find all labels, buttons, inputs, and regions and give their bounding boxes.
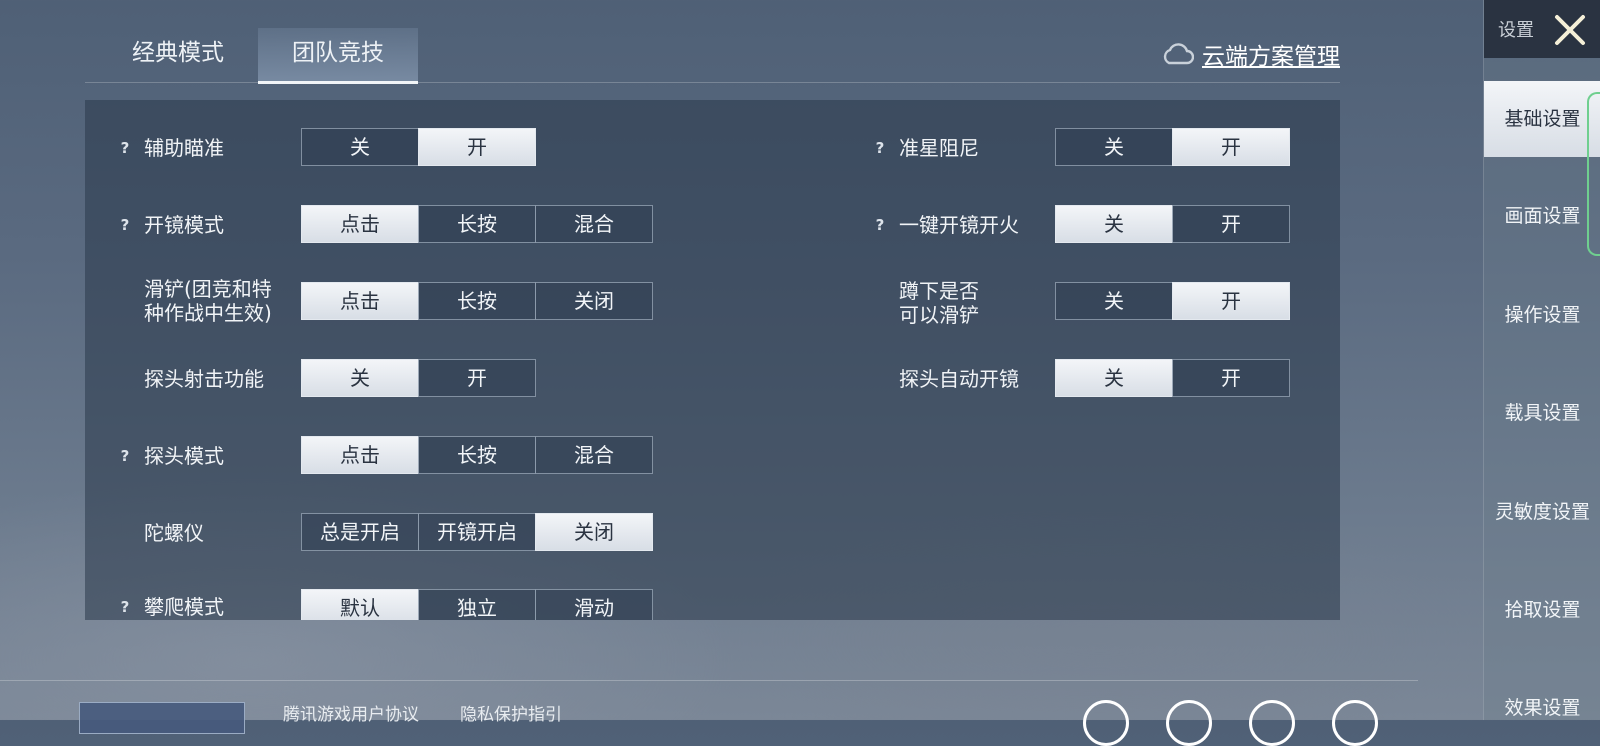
option-crouch-slide-off[interactable]: 关	[1055, 282, 1173, 320]
sidebar-item-effects[interactable]: 效果设置	[1484, 670, 1600, 746]
label-crouch-slide: 蹲下是否 可以滑铲	[899, 279, 979, 327]
mode-tab-bar: 经典模式 团队竞技 云端方案管理	[85, 28, 1340, 84]
option-gyro-always[interactable]: 总是开启	[301, 513, 419, 551]
crosshair-damping-toggle: 关 开	[1055, 128, 1290, 166]
footer-divider	[0, 680, 1418, 681]
option-peek-auto-scope-off[interactable]: 关	[1055, 359, 1173, 397]
help-icon[interactable]: ?	[115, 597, 135, 617]
sidebar-item-vehicle[interactable]: 载具设置	[1484, 375, 1600, 451]
sidebar-item-sensitivity[interactable]: 灵敏度设置	[1484, 474, 1600, 550]
label-slide: 滑铲(团竞和特 种作战中生效)	[144, 277, 272, 325]
sidebar-header: 设置	[1484, 0, 1600, 58]
option-peek-fire-off[interactable]: 关	[301, 359, 419, 397]
sidebar-item-controls[interactable]: 操作设置	[1484, 277, 1600, 353]
sidebar-scroll-accent	[1587, 92, 1600, 256]
option-slide-tap[interactable]: 点击	[301, 282, 419, 320]
option-climb-independent[interactable]: 独立	[418, 589, 536, 620]
label-crouch-slide-line2: 可以滑铲	[899, 303, 979, 327]
aim-assist-toggle: 关 开	[301, 128, 536, 166]
help-icon[interactable]: ?	[115, 446, 135, 466]
sidebar-item-graphics[interactable]: 画面设置	[1484, 178, 1600, 254]
option-aim-assist-off[interactable]: 关	[301, 128, 419, 166]
settings-panel: ? 辅助瞄准 关 开 ? 开镜模式 点击 长按 混合 滑铲(团竞和特 种作战中生…	[85, 100, 1340, 620]
option-damping-on[interactable]: 开	[1172, 128, 1290, 166]
label-gyroscope: 陀螺仪	[144, 521, 204, 545]
label-crouch-slide-line1: 蹲下是否	[899, 279, 979, 303]
label-slide-line1: 滑铲(团竞和特	[144, 277, 272, 301]
label-peek-mode: 探头模式	[144, 444, 224, 468]
option-climb-swipe[interactable]: 滑动	[535, 589, 653, 620]
settings-sidebar: 设置 基础设置 画面设置 操作设置 载具设置 灵敏度设置 拾取设置 效果设置	[1483, 0, 1600, 720]
help-icon[interactable]: ?	[115, 215, 135, 235]
label-climb-mode: 攀爬模式	[144, 595, 224, 619]
label-crosshair-damping: 准星阻尼	[899, 136, 979, 160]
label-one-tap-scope-fire: 一键开镜开火	[899, 213, 1019, 237]
footer-round-icon-3[interactable]	[1249, 700, 1295, 746]
option-slide-hold[interactable]: 长按	[418, 282, 536, 320]
option-damping-off[interactable]: 关	[1055, 128, 1173, 166]
option-peek-fire-on[interactable]: 开	[418, 359, 536, 397]
option-peek-mixed[interactable]: 混合	[535, 436, 653, 474]
sidebar-item-basic[interactable]: 基础设置	[1484, 81, 1600, 157]
option-gyro-scope[interactable]: 开镜开启	[418, 513, 536, 551]
option-peek-tap[interactable]: 点击	[301, 436, 419, 474]
footer-round-icon-4[interactable]	[1332, 700, 1378, 746]
option-scope-mixed[interactable]: 混合	[535, 205, 653, 243]
gyroscope-selector: 总是开启 开镜开启 关闭	[301, 513, 653, 551]
cloud-plan-management-link[interactable]: 云端方案管理	[1160, 36, 1340, 72]
option-scope-fire-off[interactable]: 关	[1055, 205, 1173, 243]
label-peek-auto-scope: 探头自动开镜	[899, 367, 1019, 391]
crouch-slide-toggle: 关 开	[1055, 282, 1290, 320]
tab-team-deathmatch[interactable]: 团队竞技	[258, 28, 418, 84]
peek-mode-selector: 点击 长按 混合	[301, 436, 653, 474]
cloud-plan-management-label: 云端方案管理	[1202, 44, 1340, 70]
label-slide-line2: 种作战中生效)	[144, 301, 272, 325]
label-peek-fire: 探头射击功能	[144, 367, 264, 391]
sidebar-title: 设置	[1498, 20, 1534, 41]
footer-round-icon-2[interactable]	[1166, 700, 1212, 746]
option-peek-hold[interactable]: 长按	[418, 436, 536, 474]
tab-classic-mode[interactable]: 经典模式	[113, 28, 243, 82]
label-aim-assist: 辅助瞄准	[144, 136, 224, 160]
option-scope-tap[interactable]: 点击	[301, 205, 419, 243]
option-scope-hold[interactable]: 长按	[418, 205, 536, 243]
privacy-policy-link[interactable]: 隐私保护指引	[460, 700, 562, 725]
option-scope-fire-on[interactable]: 开	[1172, 205, 1290, 243]
option-peek-auto-scope-on[interactable]: 开	[1172, 359, 1290, 397]
label-scope-mode: 开镜模式	[144, 213, 224, 237]
help-icon[interactable]: ?	[115, 138, 135, 158]
option-climb-default[interactable]: 默认	[301, 589, 419, 620]
one-tap-scope-fire-toggle: 关 开	[1055, 205, 1290, 243]
close-icon[interactable]	[1548, 8, 1592, 52]
user-agreement-link[interactable]: 腾讯游戏用户协议	[283, 700, 419, 725]
slide-selector: 点击 长按 关闭	[301, 282, 653, 320]
peek-fire-toggle: 关 开	[301, 359, 536, 397]
help-icon[interactable]: ?	[870, 215, 890, 235]
option-crouch-slide-on[interactable]: 开	[1172, 282, 1290, 320]
footer-button[interactable]	[79, 702, 245, 734]
help-icon[interactable]: ?	[870, 138, 890, 158]
cloud-icon	[1163, 43, 1194, 65]
climb-mode-selector: 默认 独立 滑动	[301, 589, 653, 620]
option-gyro-off[interactable]: 关闭	[535, 513, 653, 551]
scope-mode-selector: 点击 长按 混合	[301, 205, 653, 243]
option-aim-assist-on[interactable]: 开	[418, 128, 536, 166]
sidebar-item-pickup[interactable]: 拾取设置	[1484, 572, 1600, 648]
footer-round-icon-1[interactable]	[1083, 700, 1129, 746]
option-slide-off[interactable]: 关闭	[535, 282, 653, 320]
peek-auto-scope-toggle: 关 开	[1055, 359, 1290, 397]
